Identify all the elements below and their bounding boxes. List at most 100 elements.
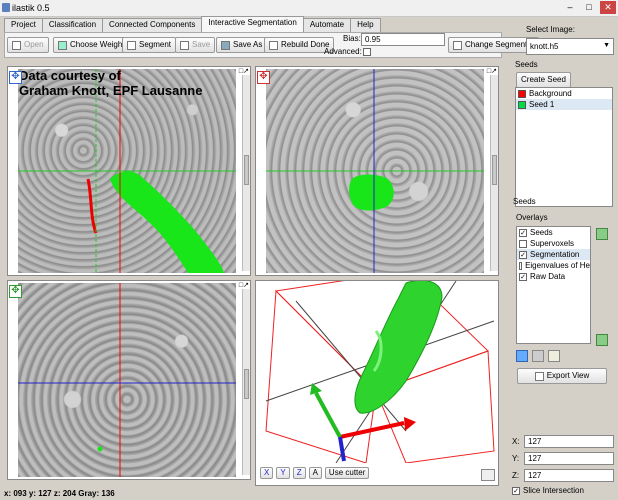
move-down-icon[interactable] bbox=[596, 334, 608, 346]
open-label: Open bbox=[24, 40, 44, 49]
checkbox-checked[interactable]: ✓ bbox=[519, 272, 527, 281]
seed-label: Seed 1 bbox=[529, 100, 555, 109]
scroll-thumb[interactable] bbox=[244, 369, 249, 399]
maximize-view-icon[interactable]: □↗ bbox=[487, 67, 497, 75]
overlay-item-supervoxels[interactable]: Supervoxels bbox=[517, 238, 590, 249]
choose-weights-label: Choose Weights bbox=[70, 40, 129, 49]
view-3d: X Y Z A Use cutter bbox=[255, 280, 499, 486]
checkbox-checked[interactable]: ✓ bbox=[519, 250, 527, 259]
overlay-label: Segmentation bbox=[530, 250, 580, 259]
tab-project[interactable]: Project bbox=[4, 18, 43, 32]
scrollbar-xz[interactable] bbox=[242, 289, 250, 475]
x-coord-label: X: bbox=[512, 437, 520, 446]
tab-connected-components[interactable]: Connected Components bbox=[102, 18, 203, 32]
overlay-item-seeds[interactable]: ✓ Seeds bbox=[517, 227, 590, 238]
tab-classification[interactable]: Classification bbox=[41, 18, 104, 32]
pan-icon[interactable]: ✥ bbox=[9, 285, 22, 298]
main-tabs: Project Classification Connected Compone… bbox=[4, 16, 381, 32]
bias-label: Bias: bbox=[343, 34, 361, 43]
change-segmentor-label: Change Segmentor bbox=[465, 40, 535, 49]
tab-help[interactable]: Help bbox=[350, 18, 381, 32]
overlay-yz bbox=[266, 69, 484, 273]
status-bar: x: 093 y: 127 z: 204 Gray: 136 bbox=[0, 487, 500, 500]
segment-label: Segment bbox=[139, 40, 172, 49]
seed-label: Background bbox=[529, 89, 572, 98]
segmentation-overlay-yz bbox=[349, 174, 394, 211]
view-y-button[interactable]: Y bbox=[276, 467, 290, 479]
maximize-view-icon[interactable]: □↗ bbox=[239, 281, 249, 289]
use-cutter-button[interactable]: Use cutter bbox=[324, 467, 370, 479]
slice-intersection-label: Slice Intersection bbox=[523, 486, 584, 495]
edit-overlay-icon[interactable] bbox=[548, 350, 560, 362]
pan-icon[interactable]: ✥ bbox=[9, 71, 22, 84]
tab-automate[interactable]: Automate bbox=[302, 18, 352, 32]
scroll-thumb[interactable] bbox=[244, 155, 249, 185]
overlay-label: Raw Data bbox=[530, 272, 566, 281]
bias-input[interactable]: 0.95 bbox=[361, 33, 445, 46]
background-seed-stroke bbox=[86, 178, 98, 234]
screenshot-icon[interactable] bbox=[481, 469, 495, 481]
z-coord-label: Z: bbox=[512, 471, 520, 480]
view-x-button[interactable]: X bbox=[260, 467, 274, 479]
save-as-icon bbox=[221, 40, 230, 50]
seed-item-background[interactable]: Background bbox=[516, 88, 612, 99]
slice-intersection-toggle[interactable]: ✓ Slice Intersection bbox=[512, 486, 584, 495]
y-axis-arrow bbox=[314, 392, 342, 438]
advanced-checkbox[interactable] bbox=[363, 48, 371, 56]
segment-icon bbox=[127, 40, 136, 50]
x-coord-input[interactable]: 127 bbox=[524, 435, 614, 448]
overlay-item-segmentation[interactable]: ✓ Segmentation bbox=[517, 249, 590, 260]
title-bar: ilastik 0.5 – □ ✕ bbox=[0, 0, 618, 17]
overlays-list: ✓ Seeds Supervoxels ✓ Segmentation Eigenva… bbox=[516, 226, 591, 344]
courtesy-text: Data courtesy of Graham Knott, EPF Lausa… bbox=[19, 69, 202, 98]
scroll-thumb[interactable] bbox=[492, 155, 497, 185]
courtesy-line-1: Data courtesy of bbox=[19, 69, 121, 83]
create-seed-button[interactable]: Create Seed bbox=[516, 72, 571, 88]
close-icon[interactable]: ✕ bbox=[600, 1, 616, 14]
move-up-icon[interactable] bbox=[596, 228, 608, 240]
rebuild-done-label: Rebuild Done bbox=[281, 40, 330, 49]
segment-button[interactable]: Segment bbox=[122, 37, 177, 53]
overlay-item-eigenvalues[interactable]: Eigenvalues of He bbox=[517, 260, 590, 271]
checkbox-checked[interactable]: ✓ bbox=[519, 228, 527, 237]
background-swatch bbox=[518, 89, 526, 98]
slice-image-xz[interactable] bbox=[18, 283, 236, 477]
checkbox-checked[interactable]: ✓ bbox=[512, 486, 520, 495]
remove-overlay-icon[interactable] bbox=[532, 350, 544, 362]
seed-item-seed-1[interactable]: Seed 1 bbox=[516, 99, 612, 110]
maximize-view-icon[interactable]: □↗ bbox=[239, 67, 249, 75]
seeds-group-label: Seeds bbox=[515, 60, 538, 69]
segmentation-overlay bbox=[110, 171, 224, 273]
view-all-button[interactable]: A bbox=[308, 467, 322, 479]
rebuild-icon bbox=[269, 40, 278, 50]
open-icon bbox=[12, 40, 21, 50]
scrollbar-xy[interactable] bbox=[242, 75, 250, 271]
volume-render[interactable] bbox=[256, 281, 498, 463]
seed-point bbox=[97, 446, 103, 452]
tab-interactive-segmentation[interactable]: Interactive Segmentation bbox=[201, 16, 304, 32]
open-button[interactable]: Open bbox=[7, 37, 49, 53]
window-controls: – □ ✕ bbox=[562, 1, 616, 14]
scrollbar-yz[interactable] bbox=[490, 75, 498, 271]
add-overlay-icon[interactable] bbox=[516, 350, 528, 362]
checkbox-unchecked[interactable] bbox=[519, 239, 527, 248]
window-title: ilastik 0.5 bbox=[12, 3, 50, 13]
app-icon bbox=[2, 3, 10, 12]
minimize-icon[interactable]: – bbox=[562, 1, 578, 14]
overlay-label: Seeds bbox=[530, 228, 553, 237]
checkbox-unchecked[interactable] bbox=[519, 261, 523, 270]
overlay-item-raw-data[interactable]: ✓ Raw Data bbox=[517, 271, 590, 282]
overlay-actions bbox=[516, 350, 560, 362]
save-button[interactable]: Save bbox=[175, 37, 216, 53]
maximize-icon[interactable]: □ bbox=[581, 1, 597, 14]
pan-icon[interactable]: ✥ bbox=[257, 71, 270, 84]
slice-image-yz[interactable] bbox=[266, 69, 484, 273]
select-image-dropdown[interactable]: knott.h5 ▼ bbox=[526, 38, 614, 55]
view-z-button[interactable]: Z bbox=[292, 467, 306, 479]
slice-image-xy[interactable]: Data courtesy of Graham Knott, EPF Lausa… bbox=[18, 69, 236, 273]
z-coord-input[interactable]: 127 bbox=[524, 469, 614, 482]
y-coord-input[interactable]: 127 bbox=[524, 452, 614, 465]
export-view-button[interactable]: Export View bbox=[517, 368, 607, 384]
save-as-button[interactable]: Save As bbox=[216, 37, 268, 53]
select-image-label: Select Image: bbox=[526, 25, 575, 34]
